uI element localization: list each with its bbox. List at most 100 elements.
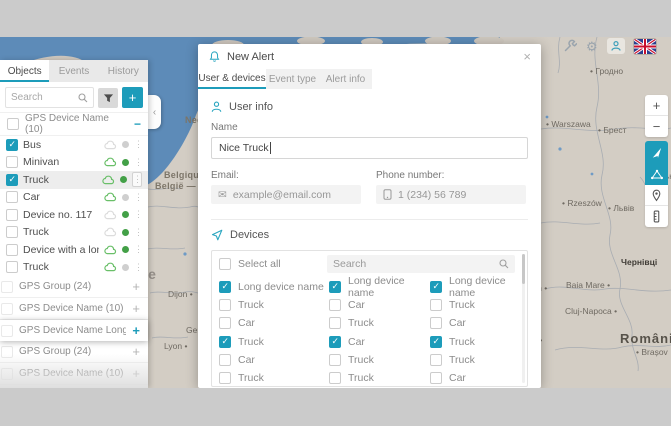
grid-device[interactable]: Long device name [430, 275, 515, 299]
collapse-group-icon[interactable]: − [134, 117, 141, 131]
expand-group-icon[interactable]: + [132, 366, 140, 381]
device-checkbox[interactable] [6, 261, 18, 273]
grid-device[interactable]: Car [329, 299, 430, 311]
group-row[interactable]: GPS Device Name (10) + [0, 363, 148, 385]
tab-event-type[interactable]: Event type [266, 69, 319, 89]
expand-group-icon[interactable]: + [132, 344, 140, 359]
device-checkbox[interactable] [6, 191, 18, 203]
grid-device[interactable]: Car [219, 354, 329, 366]
group-row[interactable]: GPS Device Name (10) + [0, 298, 148, 320]
add-object-button[interactable]: + [122, 87, 143, 108]
group-checkbox[interactable] [1, 346, 13, 358]
grid-device-checkbox[interactable] [329, 372, 341, 384]
location-button[interactable] [645, 185, 668, 206]
device-row[interactable]: Minivan ⋮ [0, 154, 148, 172]
more-menu-icon[interactable]: ⋮ [134, 157, 142, 168]
tab-history[interactable]: History [99, 60, 148, 82]
tab-objects[interactable]: Objects [0, 60, 49, 82]
more-menu-icon[interactable]: ⋮ [134, 262, 142, 273]
phone-field[interactable]: 1 (234) 56 789 [376, 185, 526, 204]
grid-device-checkbox[interactable] [219, 336, 231, 348]
group-row[interactable]: GPS Group (24) + [0, 276, 148, 298]
grid-device[interactable]: Truck [219, 299, 329, 311]
grid-device-checkbox[interactable] [430, 336, 442, 348]
more-menu-icon[interactable]: ⋮ [132, 172, 142, 187]
grid-device-checkbox[interactable] [219, 317, 231, 329]
grid-device-checkbox[interactable] [329, 354, 341, 366]
grid-device[interactable]: Truck [329, 372, 430, 384]
grid-device[interactable]: Car [329, 336, 430, 348]
expand-group-icon[interactable]: + [132, 279, 140, 294]
grid-device-checkbox[interactable] [430, 317, 442, 329]
scrollbar-thumb[interactable] [522, 254, 525, 284]
tab-events[interactable]: Events [49, 60, 98, 82]
device-row[interactable]: Truck ⋮ [0, 224, 148, 242]
tab-user-devices[interactable]: User & devices [198, 69, 266, 89]
more-menu-icon[interactable]: ⋮ [134, 227, 142, 238]
wrench-icon[interactable] [563, 39, 577, 53]
grid-device-checkbox[interactable] [329, 281, 341, 293]
group-checkbox[interactable] [1, 325, 13, 337]
grid-device-checkbox[interactable] [430, 299, 442, 311]
devices-search-input[interactable]: Search [327, 255, 515, 273]
zoom-in-button[interactable]: + [645, 95, 668, 116]
device-row[interactable]: Device with a long n... ⋮ [0, 241, 148, 259]
more-menu-icon[interactable]: ⋮ [134, 139, 142, 150]
ruler-button[interactable] [645, 206, 668, 227]
device-checkbox[interactable] [6, 244, 18, 256]
select-all-checkbox[interactable] [219, 258, 231, 270]
name-input[interactable]: Nice Truck [211, 137, 528, 159]
expand-group-icon[interactable]: + [132, 301, 140, 316]
group-checkbox[interactable] [1, 281, 13, 293]
tab-alert-info[interactable]: Alert info [319, 69, 372, 89]
expand-group-icon[interactable]: + [132, 323, 140, 338]
more-menu-icon[interactable]: ⋮ [134, 192, 142, 203]
device-group-header[interactable]: GPS Device Name (10) − [0, 112, 148, 136]
device-row[interactable]: Truck ⋮ [0, 259, 148, 277]
grid-device-checkbox[interactable] [329, 336, 341, 348]
grid-device[interactable]: Truck [430, 354, 515, 366]
grid-device[interactable]: Long device name [329, 275, 430, 299]
grid-device-checkbox[interactable] [219, 281, 231, 293]
user-icon[interactable] [607, 38, 625, 54]
grid-device[interactable]: Truck [219, 336, 329, 348]
device-row[interactable]: Bus ⋮ [0, 136, 148, 154]
device-checkbox[interactable] [6, 156, 18, 168]
device-checkbox[interactable] [6, 174, 18, 186]
grid-device[interactable]: Long device name [219, 281, 329, 293]
group-checkbox[interactable] [1, 303, 13, 315]
grid-device-checkbox[interactable] [329, 317, 341, 329]
device-checkbox[interactable] [6, 226, 18, 238]
grid-device[interactable]: Truck [219, 372, 329, 384]
grid-device-checkbox[interactable] [219, 372, 231, 384]
geofence-button[interactable] [645, 163, 668, 185]
grid-device[interactable]: Truck [430, 299, 515, 311]
grid-device[interactable]: Truck [329, 354, 430, 366]
grid-device-checkbox[interactable] [219, 354, 231, 366]
more-menu-icon[interactable]: ⋮ [134, 209, 142, 220]
zoom-out-button[interactable]: − [645, 116, 668, 137]
grid-device[interactable]: Truck [329, 317, 430, 329]
device-row[interactable]: Truck ⋮ [0, 171, 148, 189]
gear-icon[interactable]: ⚙ [586, 40, 598, 53]
group-row[interactable]: GPS Device Name Long (124) + [0, 320, 148, 341]
uk-flag-icon[interactable] [634, 39, 656, 54]
more-menu-icon[interactable]: ⋮ [134, 244, 142, 255]
grid-device-checkbox[interactable] [219, 299, 231, 311]
grid-device[interactable]: Car [430, 372, 515, 384]
sidebar-collapse-handle[interactable]: ‹ [148, 95, 161, 129]
device-checkbox[interactable] [6, 139, 18, 151]
sidebar-search-input[interactable]: Search [5, 87, 94, 108]
select-all[interactable]: Select all [219, 258, 321, 270]
grid-device[interactable]: Car [219, 317, 329, 329]
grid-device-checkbox[interactable] [430, 354, 442, 366]
group-checkbox[interactable] [7, 118, 19, 130]
email-field[interactable]: ✉ example@email.com [211, 185, 361, 204]
grid-device-checkbox[interactable] [430, 372, 442, 384]
device-row[interactable]: Device no. 117 ⋮ [0, 206, 148, 224]
grid-device[interactable]: Truck [430, 336, 515, 348]
navigate-button[interactable] [645, 141, 668, 163]
grid-device[interactable]: Car [430, 317, 515, 329]
grid-device-checkbox[interactable] [430, 281, 442, 293]
group-checkbox[interactable] [1, 368, 13, 380]
